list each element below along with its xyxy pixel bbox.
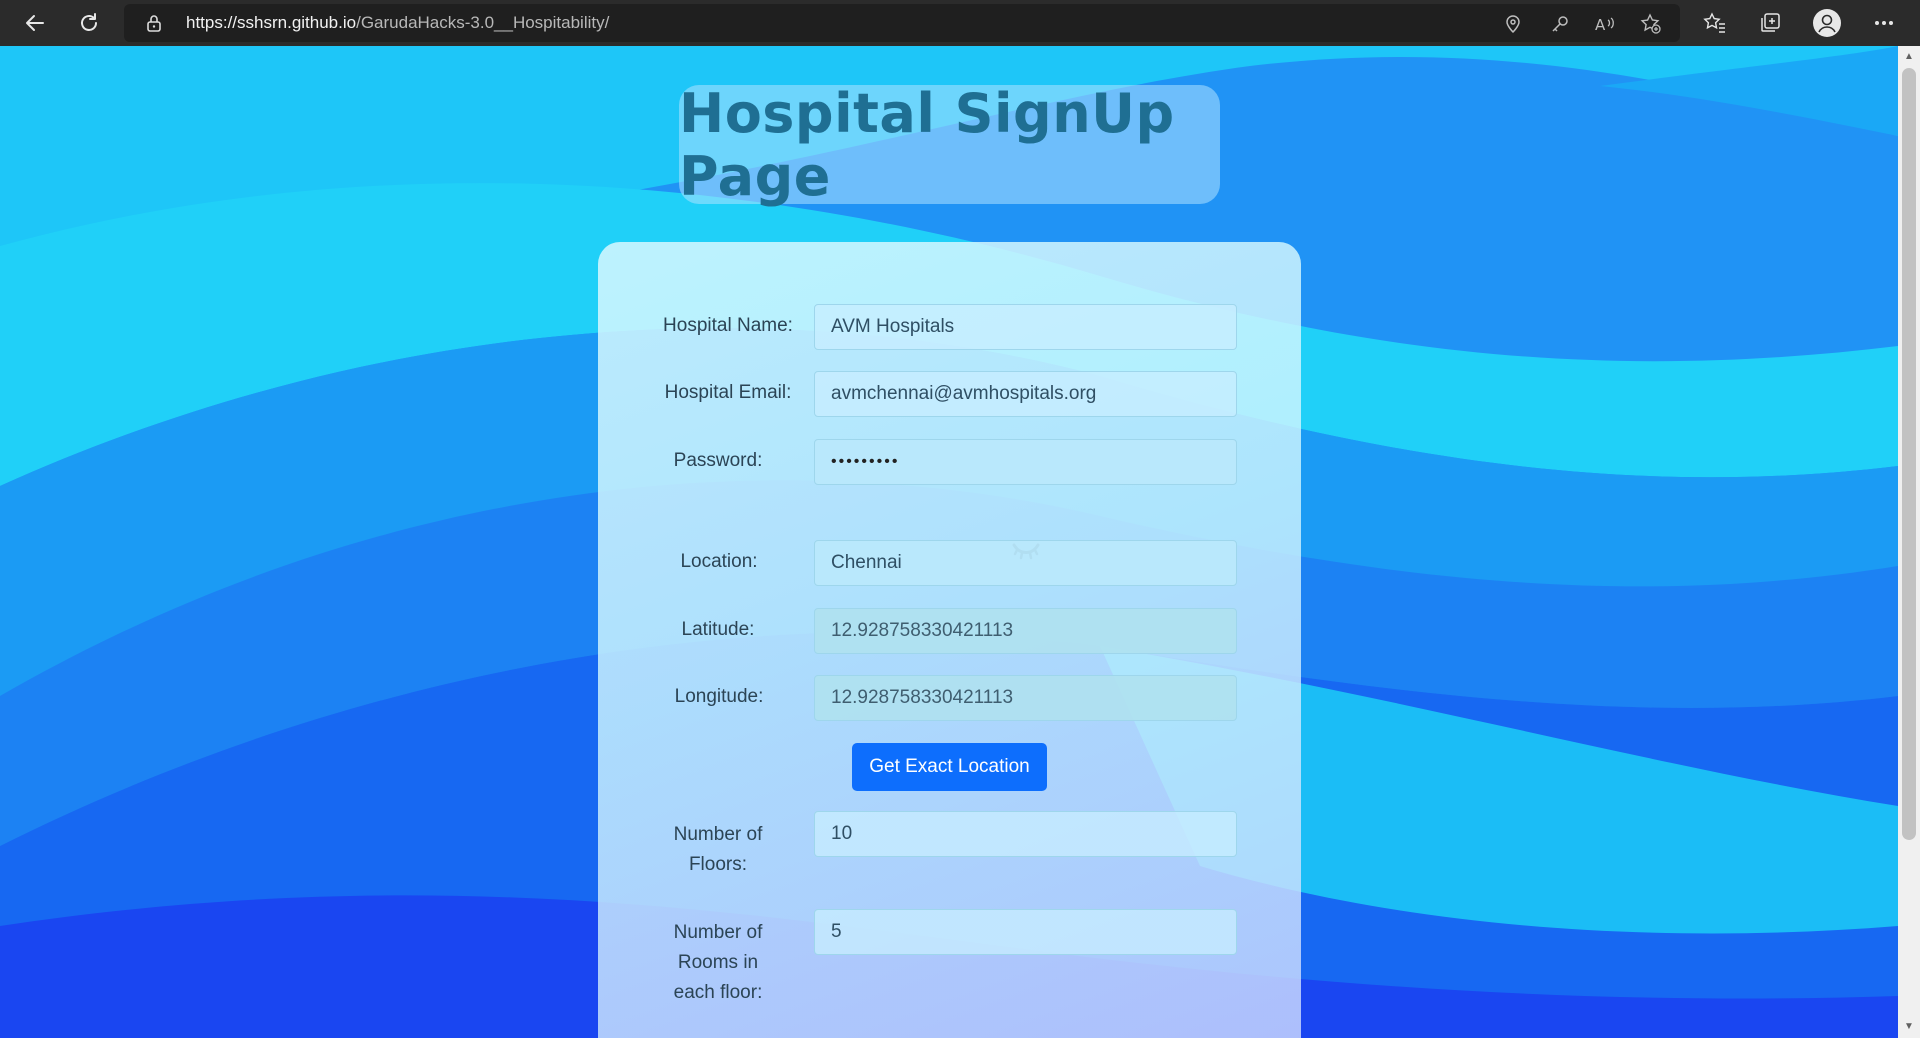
- longitude-value: 12.928758330421113: [831, 687, 1014, 708]
- hospital-email-value: avmchennai@avmhospitals.org: [831, 383, 1097, 404]
- refresh-icon[interactable]: [74, 8, 104, 38]
- browser-toolbar: https://sshsrn.github.io/GarudaHacks-3.0…: [0, 0, 1920, 46]
- page-title: Hospital SignUp Page: [679, 81, 1175, 208]
- address-bar[interactable]: https://sshsrn.github.io/GarudaHacks-3.0…: [124, 4, 1680, 42]
- location-label: Location:: [680, 551, 758, 572]
- location-pin-icon[interactable]: [1502, 13, 1524, 35]
- latitude-input: 12.928758330421113: [814, 608, 1237, 654]
- read-aloud-icon[interactable]: A: [1595, 13, 1617, 35]
- longitude-input: 12.928758330421113: [814, 675, 1237, 721]
- svg-text:A: A: [1595, 16, 1606, 34]
- back-icon[interactable]: [20, 8, 50, 38]
- rooms-value: 5: [831, 921, 842, 942]
- password-label: Password:: [673, 450, 763, 471]
- url-path: /GarudaHacks-3.0__Hospitability/: [356, 13, 610, 32]
- longitude-label: Longitude:: [674, 686, 764, 707]
- hospital-email-input[interactable]: avmchennai@avmhospitals.org: [814, 371, 1237, 417]
- hospital-name-value: AVM Hospitals: [831, 316, 955, 337]
- more-menu-icon[interactable]: [1869, 8, 1899, 38]
- get-exact-location-button[interactable]: Get Exact Location: [852, 743, 1047, 791]
- page-viewport: Hospital SignUp Page Hospital Name: AVM …: [0, 46, 1898, 1038]
- page-title-box: Hospital SignUp Page: [679, 82, 1220, 208]
- favorites-icon[interactable]: [1700, 8, 1730, 38]
- scroll-thumb[interactable]: [1902, 68, 1916, 840]
- floors-input[interactable]: 10: [814, 811, 1237, 857]
- scroll-up-icon[interactable]: ▲: [1898, 48, 1920, 66]
- rooms-input[interactable]: 5: [814, 909, 1237, 955]
- hospital-name-input[interactable]: AVM Hospitals: [814, 304, 1237, 350]
- hospital-name-label: Hospital Name:: [663, 315, 793, 336]
- collections-icon[interactable]: [1755, 8, 1785, 38]
- floors-value: 10: [831, 823, 853, 844]
- password-value: •••••••••: [831, 453, 900, 470]
- key-icon[interactable]: [1549, 13, 1571, 35]
- add-favorite-icon[interactable]: [1640, 13, 1662, 35]
- floors-label: Number of Floors:: [673, 824, 763, 875]
- latitude-value: 12.928758330421113: [831, 620, 1014, 641]
- location-input[interactable]: Chennai: [814, 540, 1237, 586]
- scroll-down-icon[interactable]: ▼: [1898, 1018, 1920, 1036]
- latitude-label: Latitude:: [681, 619, 755, 640]
- location-value: Chennai: [831, 552, 902, 573]
- lock-icon: [146, 14, 162, 37]
- url-host: https://sshsrn.github.io: [186, 13, 357, 32]
- rooms-label: Number of Rooms in each floor:: [673, 922, 763, 1003]
- url-text[interactable]: https://sshsrn.github.io/GarudaHacks-3.0…: [186, 4, 609, 42]
- page-scrollbar[interactable]: ▲ ▼: [1898, 46, 1920, 1038]
- hospital-email-label: Hospital Email:: [664, 382, 792, 403]
- profile-avatar-icon[interactable]: [1812, 8, 1842, 38]
- password-input[interactable]: •••••••••: [814, 439, 1237, 485]
